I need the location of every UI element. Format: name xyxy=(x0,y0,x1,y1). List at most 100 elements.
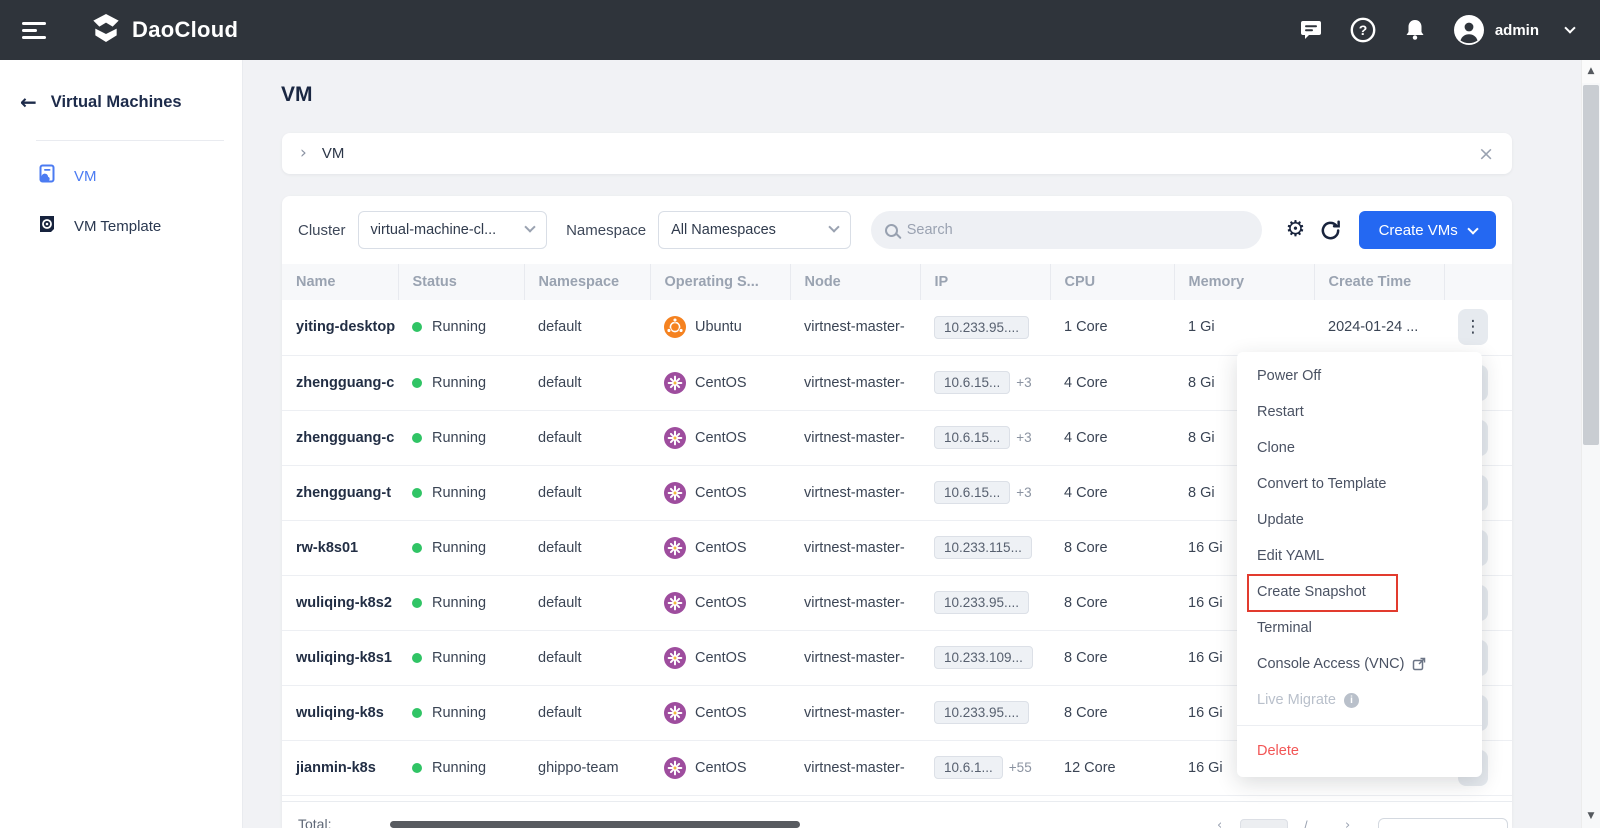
col-memory: Memory xyxy=(1174,264,1314,300)
ip-extra-count: +55 xyxy=(1009,760,1032,775)
vm-name[interactable]: wuliqing-k8s1 xyxy=(296,650,392,666)
cpu-value: 8 Core xyxy=(1064,540,1108,556)
page-title: VM xyxy=(281,83,313,107)
cpu-value: 1 Core xyxy=(1064,319,1108,335)
os-name: CentOS xyxy=(695,429,747,445)
settings-gear-icon[interactable]: ⚙ xyxy=(1286,219,1306,241)
sidebar-item-vm-template[interactable]: VM Template xyxy=(0,201,242,251)
menu-item-create-snapshot[interactable]: Create Snapshot xyxy=(1237,574,1482,610)
namespace-select[interactable]: All Namespaces xyxy=(658,211,851,249)
vm-name[interactable]: yiting-desktop xyxy=(296,319,395,335)
ip-chip[interactable]: 10.6.15... xyxy=(934,426,1010,449)
namespace-value: default xyxy=(538,595,582,611)
menu-item-terminal[interactable]: Terminal xyxy=(1237,610,1482,646)
vm-name[interactable]: zhengguang-c xyxy=(296,430,394,446)
menu-item-console-access-vnc[interactable]: Console Access (VNC) xyxy=(1237,646,1482,682)
ip-chip[interactable]: 10.233.95.... xyxy=(934,316,1029,339)
scroll-down-arrow-icon[interactable]: ▼ xyxy=(1582,805,1600,827)
refresh-icon[interactable] xyxy=(1319,219,1342,242)
user-menu-chevron-down-icon[interactable] xyxy=(1564,22,1575,33)
namespace-value: ghippo-team xyxy=(538,760,619,776)
vm-name[interactable]: wuliqing-k8s2 xyxy=(296,595,392,611)
menu-item-power-off[interactable]: Power Off xyxy=(1237,358,1482,394)
scroll-up-arrow-icon[interactable]: ▲ xyxy=(1582,60,1600,83)
sidebar-title: Virtual Machines xyxy=(51,93,182,112)
horizontal-scrollbar-thumb[interactable] xyxy=(390,821,800,828)
row-actions-button[interactable]: ⋮ xyxy=(1458,309,1488,345)
cluster-select[interactable]: virtual-machine-cl... xyxy=(358,211,548,249)
create-vms-button[interactable]: Create VMs xyxy=(1359,211,1496,249)
sidebar-item-vm[interactable]: VM xyxy=(0,151,242,201)
os-name: CentOS xyxy=(695,374,747,390)
node-name: virtnest-master- xyxy=(804,430,905,446)
daocloud-logo-icon xyxy=(90,12,122,49)
next-page-icon[interactable]: › xyxy=(1345,818,1350,828)
vm-name[interactable]: zhengguang-c xyxy=(296,375,394,391)
menu-item-edit-yaml[interactable]: Edit YAML xyxy=(1237,538,1482,574)
vertical-scrollbar-thumb[interactable] xyxy=(1583,85,1599,445)
vm-icon xyxy=(37,164,57,188)
chevron-down-icon xyxy=(524,221,535,232)
namespace-value: default xyxy=(538,540,582,556)
prev-page-icon[interactable]: ‹ xyxy=(1217,818,1222,828)
panel-close-icon[interactable]: × xyxy=(1478,143,1494,165)
node-name: virtnest-master- xyxy=(804,540,905,556)
menu-item-delete[interactable]: Delete xyxy=(1237,733,1482,769)
table-row[interactable]: yiting-desktop Running default Ubuntu vi… xyxy=(282,300,1512,355)
chevron-down-icon xyxy=(1467,223,1478,234)
centos-os-icon xyxy=(664,372,686,394)
vm-name[interactable]: jianmin-k8s xyxy=(296,760,376,776)
current-page-box[interactable] xyxy=(1240,819,1288,828)
notifications-bell-icon[interactable] xyxy=(1403,18,1427,42)
cpu-value: 12 Core xyxy=(1064,760,1116,776)
os-name: CentOS xyxy=(695,759,747,775)
sidebar-divider xyxy=(36,140,224,141)
ip-chip[interactable]: 10.233.115... xyxy=(934,536,1032,559)
cluster-select-value: virtual-machine-cl... xyxy=(371,222,497,238)
vm-name[interactable]: rw-k8s01 xyxy=(296,540,358,556)
menu-item-restart[interactable]: Restart xyxy=(1237,394,1482,430)
status-text: Running xyxy=(432,319,486,335)
menu-item-update[interactable]: Update xyxy=(1237,502,1482,538)
centos-os-icon xyxy=(664,482,686,504)
chevron-down-icon xyxy=(828,221,839,232)
ip-chip[interactable]: 10.233.95.... xyxy=(934,591,1029,614)
status-text: Running xyxy=(432,595,486,611)
ip-chip[interactable]: 10.6.15... xyxy=(934,481,1010,504)
back-arrow-icon[interactable]: ← xyxy=(20,90,37,114)
external-link-icon xyxy=(1412,657,1426,671)
ip-chip[interactable]: 10.233.109... xyxy=(934,646,1033,669)
panel-expand-chevron-icon[interactable]: › xyxy=(300,145,307,162)
help-icon[interactable]: ? xyxy=(1350,17,1376,43)
col-create-time: Create Time xyxy=(1314,264,1444,300)
ip-chip[interactable]: 10.6.15... xyxy=(934,371,1010,394)
search-input[interactable] xyxy=(907,222,1248,238)
svg-text:?: ? xyxy=(1359,22,1368,38)
vm-name[interactable]: zhengguang-t xyxy=(296,485,391,501)
menu-item-convert-to-template[interactable]: Convert to Template xyxy=(1237,466,1482,502)
os-name: CentOS xyxy=(695,649,747,665)
menu-toggle-icon[interactable] xyxy=(22,18,48,43)
status-dot xyxy=(412,322,422,332)
memory-value: 16 Gi xyxy=(1188,540,1223,556)
search-box[interactable] xyxy=(871,211,1262,249)
vertical-scrollbar[interactable]: ▲ ▼ xyxy=(1581,60,1600,828)
menu-divider xyxy=(1237,725,1482,726)
ip-chip[interactable]: 10.6.1... xyxy=(934,756,1003,779)
ip-chip[interactable]: 10.233.95.... xyxy=(934,701,1029,724)
col-operating-system: Operating S... xyxy=(650,264,790,300)
status-text: Running xyxy=(432,760,486,776)
search-icon xyxy=(885,224,898,237)
vm-name[interactable]: wuliqing-k8s xyxy=(296,705,384,721)
total-count: Total: xyxy=(298,816,331,828)
context-menu: Power OffRestartCloneConvert to Template… xyxy=(1237,352,1482,777)
brand-logo[interactable]: DaoCloud xyxy=(90,12,238,49)
status-dot xyxy=(412,488,422,498)
status-dot xyxy=(412,378,422,388)
centos-os-icon xyxy=(664,427,686,449)
messages-icon[interactable] xyxy=(1299,18,1323,42)
status-dot xyxy=(412,763,422,773)
avatar[interactable] xyxy=(1454,15,1484,45)
menu-item-clone[interactable]: Clone xyxy=(1237,430,1482,466)
page-size-select[interactable] xyxy=(1378,818,1508,828)
